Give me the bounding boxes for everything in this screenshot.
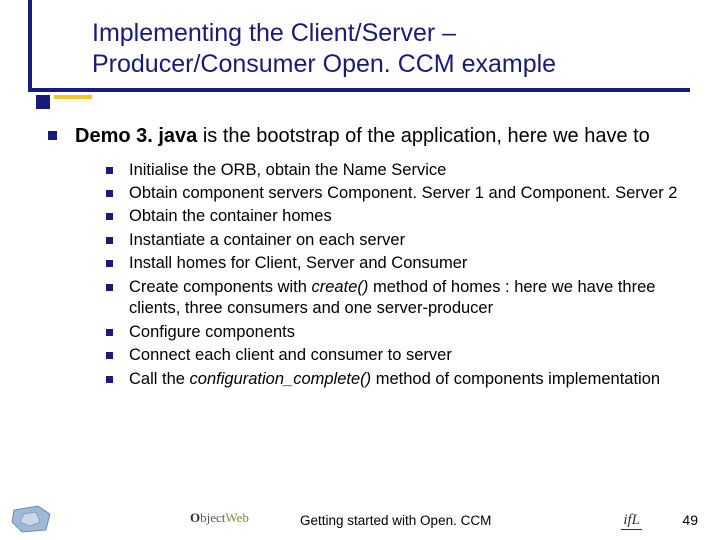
square-bullet-icon [106, 284, 113, 291]
post-text: method of components implementation [371, 370, 660, 388]
sub-bullet-list: Initialise the ORB, obtain the Name Serv… [106, 160, 696, 390]
square-bullet-icon [106, 260, 113, 267]
slide-footer: ObjectWeb Getting started with Open. CCM… [0, 504, 720, 540]
pre-text: Create components with [129, 278, 312, 296]
bullet-level2: Call the configuration_complete() method… [106, 369, 696, 390]
title-line-1: Implementing the Client/Server – [92, 19, 456, 47]
slide-content: Demo 3. java is the bootstrap of the app… [48, 124, 696, 392]
square-bullet-icon [106, 376, 113, 383]
page-number: 49 [682, 512, 698, 528]
bullet-level2: Initialise the ORB, obtain the Name Serv… [106, 160, 696, 181]
footer-logo-right: ifL [621, 512, 642, 530]
square-bullet-icon [106, 329, 113, 336]
square-bullet-icon [106, 190, 113, 197]
footer-logo-left [10, 504, 54, 534]
bullet-level1: Demo 3. java is the bootstrap of the app… [48, 124, 696, 150]
footer-text: Getting started with Open. CCM [300, 513, 491, 528]
title-line-2: Producer/Consumer Open. CCM example [92, 50, 556, 78]
emphasis-text: configuration_complete() [190, 370, 372, 388]
lead-bold: Demo 3. java [75, 125, 197, 147]
map-icon [10, 504, 54, 534]
bullet-level2: Obtain the container homes [106, 206, 696, 227]
decoration-vertical-bar [28, 0, 32, 88]
pre-text: Call the [129, 370, 190, 388]
emphasis-text: create() [312, 278, 369, 296]
square-bullet-icon [106, 213, 113, 220]
decoration-square [36, 95, 50, 109]
bullet-level2: Connect each client and consumer to serv… [106, 345, 696, 366]
bullet-text: Call the configuration_complete() method… [129, 369, 660, 390]
bullet-text: Connect each client and consumer to serv… [129, 345, 452, 366]
center-logo-text: bject [200, 510, 225, 525]
bullet-level2: Instantiate a container on each server [106, 230, 696, 251]
lead-rest: is the bootstrap of the application, her… [197, 125, 650, 147]
footer-logo-center: ObjectWeb [190, 510, 280, 530]
bullet-text: Instantiate a container on each server [129, 230, 405, 251]
bullet-text: Initialise the ORB, obtain the Name Serv… [129, 160, 446, 181]
decoration-horizontal-bar [28, 88, 690, 92]
bullet-level1-text: Demo 3. java is the bootstrap of the app… [75, 124, 650, 150]
decoration-yellow-bar [54, 95, 92, 99]
bullet-text: Obtain the container homes [129, 206, 332, 227]
square-bullet-icon [106, 237, 113, 244]
slide: Implementing the Client/Server – Produce… [0, 0, 720, 540]
bullet-text: Create components with create() method o… [129, 277, 696, 320]
bullet-text: Configure components [129, 322, 295, 343]
bullet-level2: Install homes for Client, Server and Con… [106, 253, 696, 274]
bullet-level2: Create components with create() method o… [106, 277, 696, 320]
bullet-text: Obtain component servers Component. Serv… [129, 183, 677, 204]
square-bullet-icon [106, 167, 113, 174]
bullet-text: Install homes for Client, Server and Con… [129, 253, 467, 274]
bullet-level2: Configure components [106, 322, 696, 343]
square-bullet-icon [48, 131, 57, 140]
slide-title: Implementing the Client/Server – Produce… [92, 18, 692, 81]
square-bullet-icon [106, 352, 113, 359]
bullet-level2: Obtain component servers Component. Serv… [106, 183, 696, 204]
